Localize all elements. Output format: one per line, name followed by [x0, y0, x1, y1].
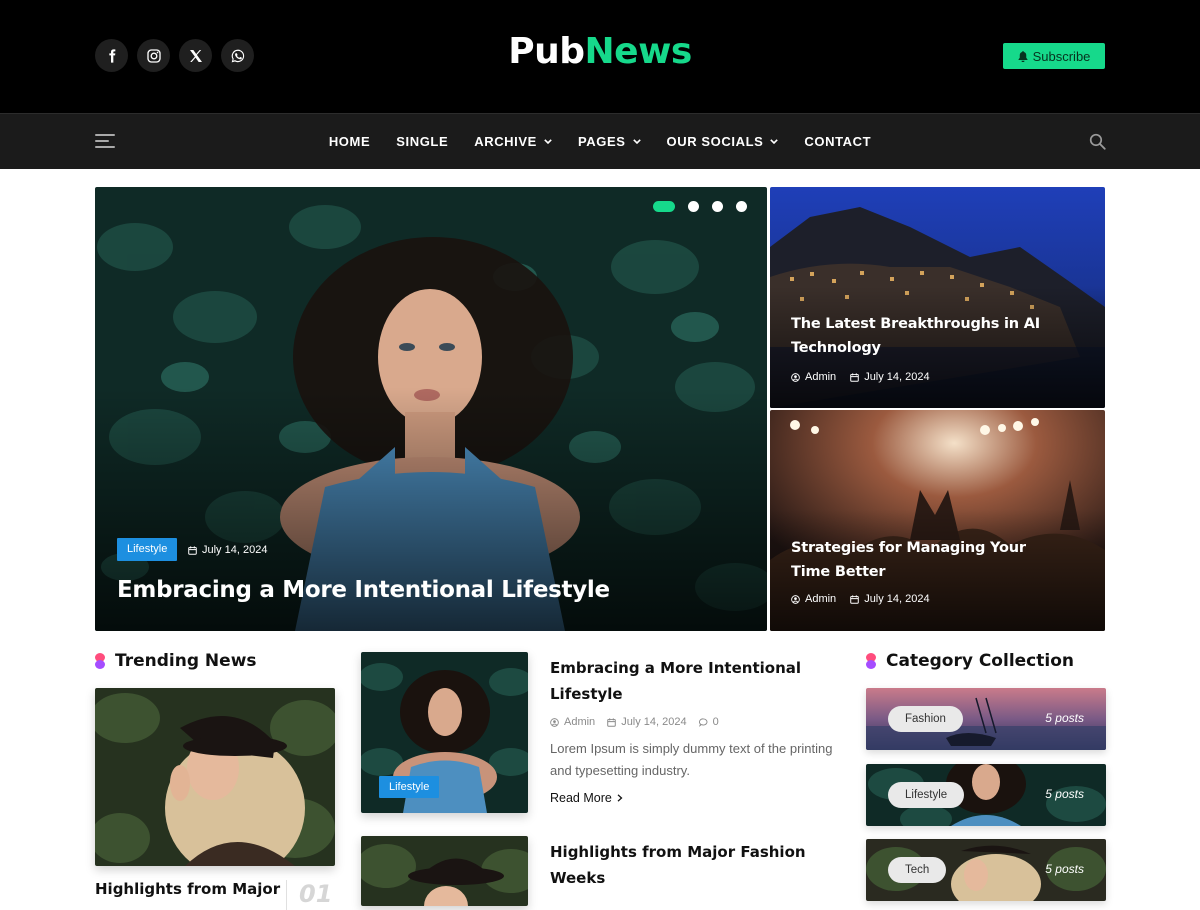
- category-post-count: 5 posts: [1045, 711, 1084, 725]
- section-title: Category Collection: [886, 651, 1074, 671]
- post-comments[interactable]: 0: [698, 716, 719, 728]
- main-navigation: HOME SINGLE ARCHIVE PAGES OUR SOCIALS CO…: [0, 113, 1200, 169]
- nav-item-contact[interactable]: CONTACT: [804, 134, 871, 149]
- side-post-meta: Admin July 14, 2024: [791, 371, 930, 383]
- nav-item-single[interactable]: SINGLE: [396, 134, 448, 149]
- woman-in-hat-image: [361, 836, 528, 906]
- side-post-title[interactable]: The Latest Breakthroughs in AI Technolog…: [791, 312, 1061, 360]
- user-icon: [791, 372, 800, 382]
- read-more-link[interactable]: Read More: [550, 791, 623, 805]
- post-date-text: July 14, 2024: [621, 716, 687, 728]
- category-name: Lifestyle: [888, 782, 965, 808]
- section-title: Trending News: [115, 651, 257, 671]
- user-icon: [791, 594, 800, 604]
- slider-dot[interactable]: [688, 201, 699, 212]
- trending-post-title[interactable]: Highlights from Major: [95, 880, 280, 898]
- article-title[interactable]: Embracing a More Intentional Lifestyle: [550, 655, 840, 707]
- bell-icon: [1018, 50, 1028, 62]
- nav-item-our-socials[interactable]: OUR SOCIALS: [667, 134, 779, 149]
- post-date: July 14, 2024: [607, 716, 687, 728]
- search-icon: [1089, 133, 1106, 150]
- slider-dot[interactable]: [736, 201, 747, 212]
- article-meta: Admin July 14, 2024 0: [550, 716, 719, 728]
- subscribe-button[interactable]: Subscribe: [1003, 43, 1105, 69]
- side-post-title[interactable]: Strategies for Managing Your Time Better: [791, 536, 1061, 584]
- trending-post-number: 01: [286, 880, 332, 910]
- trending-news-heading: Trending News: [95, 651, 257, 671]
- search-button[interactable]: [1089, 133, 1106, 150]
- category-post-count: 5 posts: [1045, 862, 1084, 876]
- post-author-text: Admin: [805, 371, 837, 383]
- post-comments-count: 0: [712, 716, 719, 728]
- nav-item-label: PAGES: [577, 134, 626, 149]
- nav-menu: HOME SINGLE ARCHIVE PAGES OUR SOCIALS CO…: [0, 134, 1200, 149]
- article-image[interactable]: Lifestyle: [361, 652, 528, 813]
- calendar-icon: [188, 545, 197, 555]
- post-author: Admin: [550, 716, 595, 728]
- category-name: Tech: [888, 857, 947, 883]
- top-header: PubNews Subscribe: [0, 0, 1200, 113]
- category-name: Fashion: [888, 706, 963, 732]
- comment-icon: [698, 717, 708, 727]
- slider-pagination: [653, 201, 747, 212]
- hero-post-title[interactable]: Embracing a More Intentional Lifestyle: [117, 577, 610, 603]
- post-date-text: July 14, 2024: [864, 371, 930, 383]
- nav-item-label: OUR SOCIALS: [666, 134, 764, 149]
- nav-item-label: CONTACT: [804, 134, 872, 149]
- logo-text-accent: News: [584, 31, 693, 72]
- article-image[interactable]: [361, 836, 528, 906]
- post-date-text: July 14, 2024: [202, 544, 268, 556]
- article-excerpt: Lorem Ipsum is simply dummy text of the …: [550, 741, 833, 778]
- chevron-down-icon: [632, 139, 641, 144]
- slider-dot-active[interactable]: [653, 201, 675, 212]
- nav-item-label: SINGLE: [396, 134, 449, 149]
- category-badge[interactable]: Lifestyle: [379, 776, 440, 798]
- subscribe-label: Subscribe: [1032, 48, 1091, 64]
- woman-in-hat-image: [95, 688, 335, 866]
- logo-text-primary: Pub: [508, 31, 585, 72]
- side-post-meta: Admin July 14, 2024: [791, 593, 930, 605]
- nav-item-archive[interactable]: ARCHIVE: [474, 134, 552, 149]
- category-collection-heading: Category Collection: [866, 651, 1074, 671]
- post-date: July 14, 2024: [188, 544, 267, 556]
- hero-featured-post[interactable]: Lifestyle July 14, 2024 Embracing a More…: [95, 187, 767, 631]
- read-more-label: Read More: [550, 791, 612, 805]
- side-post-card[interactable]: Strategies for Managing Your Time Better…: [770, 410, 1105, 631]
- post-author-text: Admin: [805, 593, 837, 605]
- side-post-card[interactable]: The Latest Breakthroughs in AI Technolog…: [770, 187, 1105, 408]
- section-dots-icon: [866, 653, 876, 669]
- chevron-down-icon: [544, 139, 552, 144]
- calendar-icon: [607, 717, 616, 727]
- nav-item-home[interactable]: HOME: [329, 134, 370, 149]
- section-dots-icon: [95, 653, 105, 669]
- post-date: July 14, 2024: [850, 593, 930, 605]
- category-badge[interactable]: Lifestyle: [117, 538, 178, 561]
- post-date-text: July 14, 2024: [864, 593, 930, 605]
- category-card-tech[interactable]: Tech 5 posts: [866, 839, 1106, 901]
- nav-item-pages[interactable]: PAGES: [578, 134, 641, 149]
- nav-item-label: ARCHIVE: [474, 134, 537, 149]
- post-author-text: Admin: [564, 716, 596, 728]
- post-author: Admin: [791, 593, 836, 605]
- chevron-right-icon: [617, 794, 623, 802]
- post-date: July 14, 2024: [850, 371, 930, 383]
- category-card-fashion[interactable]: Fashion 5 posts: [866, 688, 1106, 750]
- calendar-icon: [850, 372, 859, 382]
- trending-post-image[interactable]: [95, 688, 335, 866]
- user-icon: [550, 717, 559, 727]
- article-title[interactable]: Highlights from Major Fashion Weeks: [550, 839, 840, 891]
- calendar-icon: [850, 594, 859, 604]
- nav-item-label: HOME: [328, 134, 371, 149]
- post-author: Admin: [791, 371, 836, 383]
- slider-dot[interactable]: [712, 201, 723, 212]
- category-post-count: 5 posts: [1045, 787, 1084, 801]
- category-card-lifestyle[interactable]: Lifestyle 5 posts: [866, 764, 1106, 826]
- chevron-down-icon: [770, 139, 779, 144]
